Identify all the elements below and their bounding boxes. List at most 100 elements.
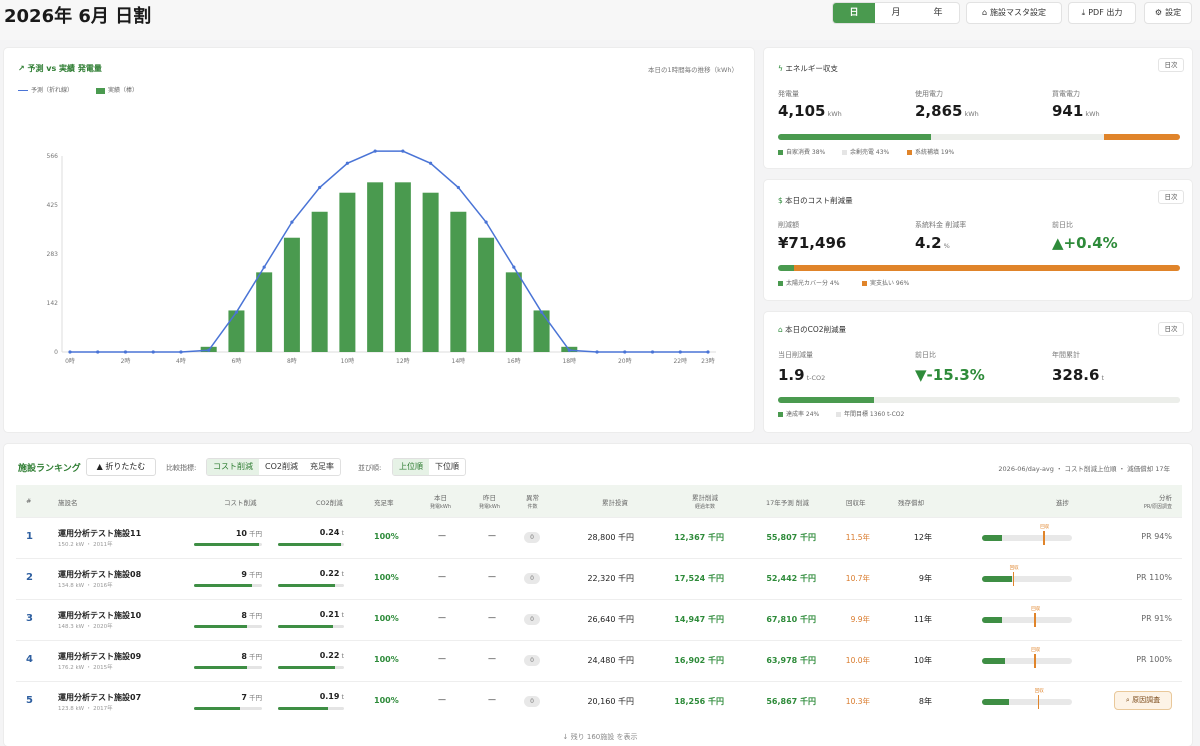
actual-bar <box>533 310 550 352</box>
cost-value: 8 千円 <box>241 652 262 661</box>
col-analysis: 分析 PR/原因調査 <box>1143 494 1172 510</box>
cause-investigation-button[interactable]: ⌕ 原因調査 <box>1114 691 1172 710</box>
stat-label: 系統料金 削減率 <box>915 221 967 229</box>
ranking-summary: 2026-06/day-avg ・ コスト削減上位順 ・ 減価償却 17年 <box>998 465 1170 473</box>
metric-rate[interactable]: 充足率 <box>304 459 340 475</box>
actual-bar <box>311 211 328 352</box>
table-row[interactable]: 1 運用分析テスト施設11 150.2 kW ・ 2011年 10 千円 0.24 t 100… <box>16 517 1182 558</box>
alert-count-badge: 0 <box>524 573 540 584</box>
legend-swatch <box>778 150 783 155</box>
forecast-value: 63,978 千円 <box>766 656 816 665</box>
forecast-point <box>373 149 377 153</box>
facility-name[interactable]: 運用分析テスト施設08 <box>58 569 141 580</box>
forecast-point <box>401 149 405 153</box>
facility-name[interactable]: 運用分析テスト施設09 <box>58 651 141 662</box>
payback-value: 10.0年 <box>845 656 870 665</box>
order-switch: 上位順 下位順 <box>392 458 466 476</box>
table-row[interactable]: 2 運用分析テスト施設08 134.8 kW ・ 2016年 9 千円 0.22 t 100%… <box>16 558 1182 599</box>
actual-bar <box>256 272 273 352</box>
col-co2[interactable]: CO2削減 <box>316 497 343 507</box>
period-tab-day[interactable]: 日 <box>833 3 875 23</box>
invest-value: 24,480 千円 <box>587 656 634 665</box>
period-tab-year[interactable]: 年 <box>917 3 959 23</box>
cost-minibar <box>194 666 262 669</box>
cost-daily-button[interactable]: 日次 <box>1158 190 1184 204</box>
col-saved: 累計削減 経過年数 <box>692 494 718 510</box>
pdf-export-button[interactable]: ⤓ PDF 出力 <box>1068 2 1136 24</box>
forecast-point <box>456 185 460 190</box>
cost-value: 9 千円 <box>241 570 262 579</box>
saved-value: 12,367 千円 <box>674 533 724 542</box>
cost-minibar <box>194 543 262 546</box>
x-tick-label: 20時 <box>618 357 632 365</box>
rank: 1 <box>26 531 33 542</box>
analysis-value: PR 110% <box>1136 573 1172 582</box>
x-tick-label: 12時 <box>396 357 410 365</box>
facility-name[interactable]: 運用分析テスト施設07 <box>58 692 141 703</box>
stat-consumption: 2,865 kWh <box>915 102 979 120</box>
yesterday-value: — <box>488 531 496 540</box>
stat-label: 使用電力 <box>915 90 943 98</box>
table-row[interactable]: 5 運用分析テスト施設07 123.8 kW ・ 2017年 7 千円 0.19 t 100%… <box>16 681 1182 722</box>
period-switch: 日 月 年 <box>832 2 960 24</box>
page-title: 2026年 6月 日割 <box>4 6 152 27</box>
generation-chart-card: ↗ 予測 vs 実績 発電量 本日の1時間毎の推移（kWh） 予測（折れ線） 実… <box>4 48 754 432</box>
facility-name[interactable]: 運用分析テスト施設11 <box>58 528 141 539</box>
actual-bar <box>228 310 245 352</box>
y-tick-label: 425 <box>47 202 59 209</box>
saved-value: 17,524 千円 <box>674 574 724 583</box>
col-yesterday: 昨日 発電kWh <box>479 494 501 510</box>
col-forecast: 17年予測 削減 <box>766 499 809 507</box>
co2-daily-button[interactable]: 日次 <box>1158 322 1184 336</box>
metric-co2[interactable]: CO2削減 <box>259 459 304 475</box>
actual-bar <box>422 192 439 352</box>
col-cost[interactable]: コスト削減 <box>224 497 257 507</box>
rank: 2 <box>26 572 33 583</box>
forecast-point <box>595 350 599 354</box>
actual-bar <box>394 182 411 352</box>
facility-name[interactable]: 運用分析テスト施設10 <box>58 610 141 621</box>
forecast-point <box>318 185 322 190</box>
show-more-link[interactable]: ↓ 残り 160施設 を表示 <box>0 732 1200 742</box>
stat-cost-saved: ¥71,496 <box>778 234 847 252</box>
rate-value: 100% <box>374 614 399 623</box>
cost-value: 7 千円 <box>241 693 262 702</box>
rate-value: 100% <box>374 573 399 582</box>
period-tab-month[interactable]: 月 <box>875 3 917 23</box>
y-tick-label: 142 <box>47 300 59 307</box>
metric-cost[interactable]: コスト削減 <box>207 459 259 475</box>
x-tick-label: 14時 <box>452 357 466 365</box>
facility-master-button[interactable]: ⌂ 施設マスタ設定 <box>966 2 1062 24</box>
order-desc[interactable]: 上位順 <box>393 459 429 475</box>
energy-daily-button[interactable]: 日次 <box>1158 58 1184 72</box>
co2-card-title: ⌂ 本日のCO2削減量 <box>778 325 847 334</box>
alert-count-badge: 0 <box>524 532 540 543</box>
payback-marker <box>1012 572 1015 586</box>
energy-balance-bar <box>778 134 1180 140</box>
stat-co2-dod: ▼-15.3% <box>915 366 985 384</box>
payback-marker-label: 回収 <box>1009 566 1019 571</box>
co2-progress-bar <box>778 397 1180 403</box>
payback-value: 10.7年 <box>845 574 870 583</box>
saved-value: 18,256 千円 <box>674 697 724 706</box>
cost-reduction-card: $ 本日のコスト削減量 日次 削減額 ¥71,496 系統料金 削減率 4.2%… <box>764 180 1192 300</box>
co2-value: 0.22 t <box>319 651 344 660</box>
y-tick-label: 283 <box>47 251 59 258</box>
collapse-button[interactable]: ▲ 折りたたむ <box>86 458 156 476</box>
co2-minibar <box>278 707 344 710</box>
table-row[interactable]: 4 運用分析テスト施設09 176.2 kW ・ 2015年 8 千円 0.22 t 100%… <box>16 640 1182 681</box>
col-progress: 進捗 <box>1056 499 1069 507</box>
table-row[interactable]: 3 運用分析テスト施設10 148.3 kW ・ 2020年 8 千円 0.21 t 100%… <box>16 599 1182 640</box>
order-asc[interactable]: 下位順 <box>429 459 465 475</box>
forecast-point <box>234 310 239 314</box>
x-tick-label: 16時 <box>507 357 521 365</box>
cost-value: 8 千円 <box>241 611 262 620</box>
co2-value: 0.19 t <box>319 692 344 701</box>
legend-swatch <box>836 412 841 417</box>
col-rate[interactable]: 充足率 <box>374 497 394 507</box>
cost-minibar <box>194 707 262 710</box>
bar-segment <box>778 134 931 140</box>
x-tick-label: 18時 <box>562 357 576 365</box>
table-header: # 施設名 コスト削減 CO2削減 充足率 本日 発電kWh 昨日 発電kWh 異常… <box>16 485 1182 517</box>
settings-button[interactable]: ⚙ 設定 <box>1144 2 1192 24</box>
